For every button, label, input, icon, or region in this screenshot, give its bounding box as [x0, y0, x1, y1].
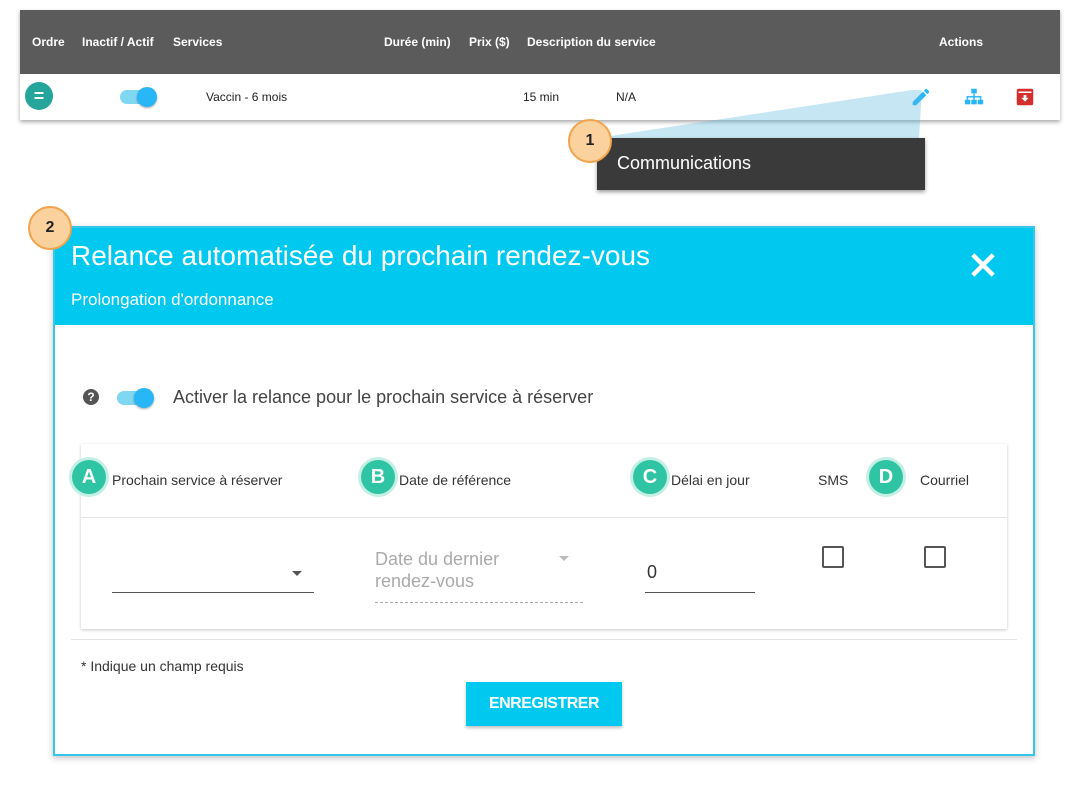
form-divider: [71, 639, 1017, 640]
sms-checkbox[interactable]: [822, 546, 844, 568]
col-order: Ordre: [32, 35, 65, 49]
col-services: Services: [173, 35, 223, 49]
toggle-knob: [134, 388, 154, 408]
email-checkbox[interactable]: [924, 546, 946, 568]
toggle-knob: [137, 87, 157, 107]
reference-date-select[interactable]: Date du dernier rendez-vous: [375, 544, 583, 603]
next-service-select[interactable]: [112, 556, 314, 593]
marker-a: A: [72, 460, 106, 494]
callout-badge-1: 1: [568, 119, 612, 163]
communications-tooltip: Communications: [597, 138, 925, 190]
marker-c: C: [633, 460, 667, 494]
archive-icon[interactable]: [1014, 86, 1036, 108]
col-actions: Actions: [939, 35, 984, 49]
reference-date-line1: Date du dernier: [375, 549, 500, 569]
service-duration: 15 min: [523, 90, 560, 104]
chevron-down-icon: [559, 556, 569, 561]
active-toggle[interactable]: [120, 87, 157, 107]
required-note: * Indique un champ requis: [81, 658, 244, 674]
service-name: Vaccin - 6 mois: [206, 90, 288, 104]
dialog-subtitle: Prolongation d'ordonnance: [71, 290, 274, 309]
tooltip-label: Communications: [617, 153, 752, 173]
dialog-title: Relance automatisée du prochain rendez-v…: [71, 240, 651, 271]
edit-icon[interactable]: [910, 86, 932, 108]
col-duration: Durée (min): [384, 35, 451, 49]
save-button[interactable]: ENREGISTRER: [466, 682, 622, 726]
reference-date-line2: rendez-vous: [375, 571, 475, 591]
marker-d: D: [869, 460, 903, 494]
callout-badge-2: 2: [28, 206, 72, 250]
col-delay: Délai en jour: [671, 472, 750, 488]
col-email: Courriel: [920, 472, 970, 488]
service-description: N/A: [616, 90, 637, 104]
delay-days-input[interactable]: 0: [645, 554, 755, 593]
table-row: = Vaccin - 6 mois 15 min N/A: [20, 74, 1060, 120]
reminder-dialog: Relance automatisée du prochain rendez-v…: [53, 226, 1035, 756]
sitemap-icon[interactable]: [963, 86, 985, 108]
col-description: Description du service: [527, 35, 656, 49]
chevron-down-icon: [292, 571, 302, 576]
col-active: Inactif / Actif: [82, 35, 154, 49]
reminder-toggle[interactable]: [117, 388, 154, 408]
services-table: Ordre Inactif / Actif Services Durée (mi…: [20, 10, 1060, 120]
help-icon[interactable]: ?: [83, 389, 99, 405]
dialog-header: Relance automatisée du prochain rendez-v…: [55, 228, 1033, 325]
close-icon[interactable]: [970, 252, 996, 278]
col-price: Prix ($): [469, 35, 510, 49]
reminder-form: A Prochain service à réserver B Date de …: [72, 444, 1007, 629]
col-next-service: Prochain service à réserver: [112, 472, 283, 488]
col-sms: SMS: [818, 472, 849, 488]
reminder-toggle-label: Activer la relance pour le prochain serv…: [173, 387, 594, 407]
col-reference-date: Date de référence: [399, 472, 512, 488]
table-header: Ordre Inactif / Actif Services Durée (mi…: [20, 10, 1060, 74]
drag-handle-icon[interactable]: =: [25, 82, 53, 110]
marker-b: B: [361, 460, 395, 494]
delay-days-value: 0: [647, 562, 658, 582]
form-header-divider: [81, 517, 1007, 518]
